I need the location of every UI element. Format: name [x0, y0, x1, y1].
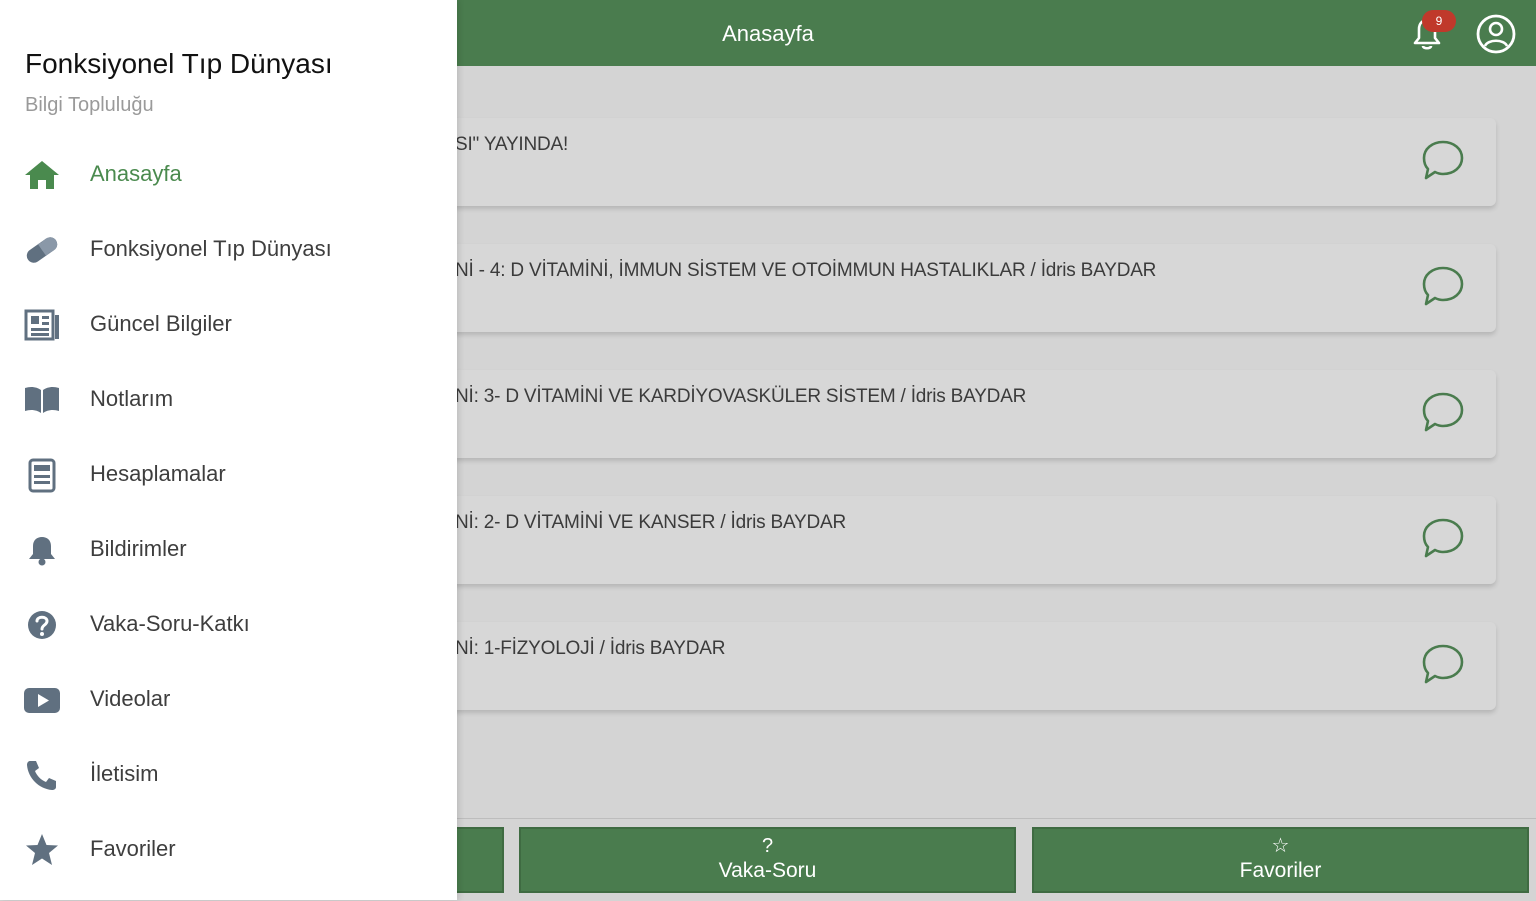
star-icon [26, 834, 58, 865]
menu-item-hesaplamalar[interactable]: Hesaplamalar [0, 445, 457, 505]
pill-icon [26, 237, 58, 263]
tab-favoriler[interactable]: ☆ Favoriler [1032, 827, 1529, 893]
chat-bubble-icon[interactable] [1418, 262, 1468, 312]
menu-item-anasayfa[interactable]: Anasayfa [0, 145, 457, 205]
bell-icon [29, 537, 55, 566]
chat-bubble-icon[interactable] [1418, 514, 1468, 564]
book-icon [25, 386, 59, 413]
announcement-card[interactable]: Nİ: 3- D VİTAMİNİ VE KARDİYOVASKÜLER SİS… [380, 370, 1496, 458]
menu-item-iletisim[interactable]: İletisim [0, 745, 457, 805]
tab-label: Favoriler [1239, 859, 1322, 882]
notification-badge: 9 [1422, 10, 1456, 32]
menu-item-notlarim[interactable]: Notlarım [0, 370, 457, 430]
menu-label: Fonksiyonel Tıp Dünyası [90, 236, 332, 261]
menu-label: Videolar [90, 686, 171, 711]
announcement-card[interactable]: Nİ: 1-FİZYOLOJİ / İdris BAYDAR [380, 622, 1496, 710]
card-title: Nİ: 3- D VİTAMİNİ VE KARDİYOVASKÜLER SİS… [455, 386, 1027, 407]
home-icon [25, 161, 59, 189]
menu-label: Anasayfa [90, 161, 182, 186]
card-title: SI" YAYINDA! [455, 134, 569, 155]
star-outline-icon: ☆ [1271, 835, 1290, 857]
menu-label: Notlarım [90, 386, 174, 411]
chat-bubble-icon[interactable] [1418, 640, 1468, 690]
announcement-card[interactable]: Nİ: 2- D VİTAMİNİ VE KANSER / İdris BAYD… [380, 496, 1496, 584]
menu-label: Vaka-Soru-Katkı [90, 611, 250, 636]
menu-label: İletisim [90, 761, 159, 786]
menu-item-favoriler[interactable]: Favoriler [0, 820, 457, 880]
menu-item-vaka-soru-katki[interactable]: Vaka-Soru-Katkı [0, 595, 457, 655]
menu-item-videolar[interactable]: Videolar [0, 670, 457, 730]
card-title: Nİ - 4: D VİTAMİNİ, İMMUN SİSTEM VE OTOİ… [455, 260, 1157, 281]
menu-item-guncel-bilgiler[interactable]: Güncel Bilgiler [0, 295, 457, 355]
tab-vaka-soru[interactable]: ? Vaka-Soru [519, 827, 1016, 893]
help-circle-icon [28, 611, 56, 639]
question-icon: ? [761, 835, 774, 857]
menu-item-fonksiyonel-tip[interactable]: Fonksiyonel Tıp Dünyası [0, 220, 457, 280]
chat-bubble-icon[interactable] [1418, 136, 1468, 186]
menu-item-bildirimler[interactable]: Bildirimler [0, 520, 457, 580]
newspaper-icon [24, 309, 59, 341]
card-title: Nİ: 2- D VİTAMİNİ VE KANSER / İdris BAYD… [455, 512, 847, 533]
phone-icon [27, 761, 56, 790]
page-title: Anasayfa [722, 21, 814, 46]
profile-icon[interactable] [1473, 11, 1519, 57]
side-drawer: Fonksiyonel Tıp Dünyası Bilgi Topluluğu … [0, 0, 457, 900]
menu-label: Bildirimler [90, 536, 187, 561]
menu-label: Güncel Bilgiler [90, 311, 232, 336]
video-icon [24, 688, 60, 713]
chat-bubble-icon[interactable] [1418, 388, 1468, 438]
drawer-subtitle: Bilgi Topluluğu [25, 94, 154, 116]
menu-label: Hesaplamalar [90, 461, 226, 486]
tab-label: Vaka-Soru [718, 859, 817, 882]
drawer-title: Fonksiyonel Tıp Dünyası [25, 48, 333, 79]
calculator-icon [28, 458, 56, 493]
announcement-card[interactable]: Nİ - 4: D VİTAMİNİ, İMMUN SİSTEM VE OTOİ… [380, 244, 1496, 332]
card-title: Nİ: 1-FİZYOLOJİ / İdris BAYDAR [455, 638, 726, 659]
menu-label: Favoriler [90, 836, 176, 861]
announcement-card[interactable]: SI" YAYINDA! [380, 118, 1496, 206]
